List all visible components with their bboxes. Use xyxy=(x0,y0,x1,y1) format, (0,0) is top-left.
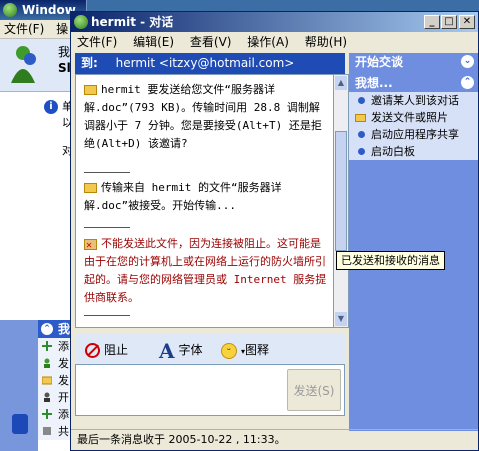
bg-task-header-label: 我 xyxy=(58,322,71,336)
share-icon xyxy=(43,427,51,435)
menu-help[interactable]: 帮助(H) xyxy=(305,35,347,49)
send-file-link[interactable]: 发送文件或照片 xyxy=(349,109,478,126)
status-text: 最后一条消息收于 2005-10-22 , 11:33。 xyxy=(77,433,286,446)
folder-icon xyxy=(84,183,97,193)
chevron-up-icon[interactable]: ⌃ xyxy=(41,323,53,335)
bg-left-strip xyxy=(0,320,38,451)
to-label: 到: xyxy=(81,56,98,70)
messenger-logo-icon xyxy=(74,15,88,29)
block-label: 阻止 xyxy=(104,343,129,357)
people-icon xyxy=(44,392,50,402)
chevron-down-icon[interactable]: ⌄ xyxy=(461,55,474,68)
emoticon-button[interactable]: ᵕ ▾图释 xyxy=(221,341,269,359)
font-button[interactable]: A 字体 xyxy=(159,338,203,363)
format-toolbar: 阻止 A 字体 ᵕ ▾图释 xyxy=(75,334,345,364)
bg-title-text: Window xyxy=(22,3,76,17)
scroll-up-arrow-icon[interactable]: ▲ xyxy=(335,76,347,90)
app-sharing-link[interactable]: 启动应用程序共享 xyxy=(349,126,478,143)
folder-icon xyxy=(84,85,97,95)
message-entry: hermit 要发送给您文件“服务器详解.doc”(793 KB)。传输时间用 … xyxy=(84,81,328,153)
start-conversation-header[interactable]: 开始交谈 ⌄ xyxy=(349,53,478,71)
bg-menu-file[interactable]: 文件(F) xyxy=(4,22,44,36)
invite-someone-link[interactable]: 邀请某人到该对话 xyxy=(349,92,478,109)
status-bar: 最后一条消息收于 2005-10-22 , 11:33。 xyxy=(71,429,478,450)
blocked-folder-icon xyxy=(84,237,97,255)
msn-logo-icon xyxy=(12,414,28,434)
bg-user-line1: 我 xyxy=(58,45,71,59)
maximize-button[interactable]: □ xyxy=(441,15,457,29)
menu-edit[interactable]: 编辑(E) xyxy=(133,35,174,49)
whiteboard-link[interactable]: 启动白板 xyxy=(349,143,478,160)
chevron-up-icon[interactable]: ⌃ xyxy=(461,76,474,89)
message-separator xyxy=(84,172,130,173)
folder-icon xyxy=(42,376,52,385)
i-want-header[interactable]: 我想... ⌃ xyxy=(349,74,478,92)
tooltip: 已发送和接收的消息 xyxy=(336,251,445,270)
menu-view[interactable]: 查看(V) xyxy=(190,35,232,49)
bullet-icon xyxy=(358,131,365,138)
folder-icon xyxy=(355,114,366,122)
plus-icon xyxy=(42,341,52,351)
people-icon xyxy=(44,358,50,368)
close-button[interactable]: ✕ xyxy=(459,15,475,29)
bg-user-line2[interactable]: Sl xyxy=(58,61,71,75)
scrollbar-thumb[interactable] xyxy=(335,131,347,251)
message-text: 传输来自 hermit 的文件“服务器详解.doc”被接受。开始传输... xyxy=(84,181,282,212)
menu-actions[interactable]: 操作(A) xyxy=(247,35,289,49)
message-separator xyxy=(84,227,130,228)
plus-icon xyxy=(42,409,52,419)
action-list: 邀请某人到该对话 发送文件或照片 启动应用程序共享 启动白板 xyxy=(349,92,478,160)
bullet-icon xyxy=(358,148,365,155)
recipient-address[interactable]: hermit <itzxy@hotmail.com> xyxy=(116,56,295,70)
i-want-label: 我想... xyxy=(355,76,393,90)
message-history[interactable]: hermit 要发送给您文件“服务器详解.doc”(793 KB)。传输时间用 … xyxy=(75,74,333,328)
chat-title-text: hermit - 对话 xyxy=(91,15,174,29)
bullet-icon xyxy=(358,97,365,104)
bg-menu-op[interactable]: 操 xyxy=(56,22,68,36)
task-side-panel: 开始交谈 ⌄ 我想... ⌃ 邀请某人到该对话 发送文件或照片 启动应用程序共享… xyxy=(349,53,478,431)
blocked-icon xyxy=(85,343,100,358)
recipient-bar: 到: hermit <itzxy@hotmail.com> xyxy=(75,53,345,74)
font-label: 字体 xyxy=(178,343,203,357)
message-entry-error: 不能发送此文件，因为连接被阻止。这可能是由于在您的计算机上或在网络上运行的防火墙… xyxy=(84,235,328,307)
message-input[interactable]: 发送(S) xyxy=(75,364,345,416)
message-text: 不能发送此文件，因为连接被阻止。这可能是由于在您的计算机上或在网络上运行的防火墙… xyxy=(84,237,327,304)
message-separator xyxy=(84,315,130,316)
message-scrollbar[interactable]: ▲ ▼ xyxy=(333,74,349,328)
menu-file[interactable]: 文件(F) xyxy=(77,35,117,49)
chat-window: hermit - 对话 _ □ ✕ 文件(F) 编辑(E) 查看(V) 操作(A… xyxy=(70,11,479,451)
buddy-icon xyxy=(11,46,36,83)
messenger-logo-icon xyxy=(3,3,17,17)
font-icon: A xyxy=(159,338,175,363)
info-icon: i xyxy=(44,100,58,114)
scroll-down-arrow-icon[interactable]: ▼ xyxy=(335,312,347,326)
message-entry: 传输来自 hermit 的文件“服务器详解.doc”被接受。开始传输... xyxy=(84,179,328,215)
start-conversation-label: 开始交谈 xyxy=(355,55,404,69)
emoticon-label: 图释 xyxy=(245,343,270,357)
message-text: hermit 要发送给您文件“服务器详解.doc”(793 KB)。传输时间用 … xyxy=(84,83,322,150)
minimize-button[interactable]: _ xyxy=(424,15,440,29)
send-button[interactable]: 发送(S) xyxy=(287,369,341,411)
block-button[interactable]: 阻止 xyxy=(85,341,128,359)
smile-icon: ᵕ xyxy=(221,342,237,359)
chat-menubar: 文件(F) 编辑(E) 查看(V) 操作(A) 帮助(H) xyxy=(71,32,478,52)
chat-titlebar[interactable]: hermit - 对话 _ □ ✕ xyxy=(71,12,478,32)
